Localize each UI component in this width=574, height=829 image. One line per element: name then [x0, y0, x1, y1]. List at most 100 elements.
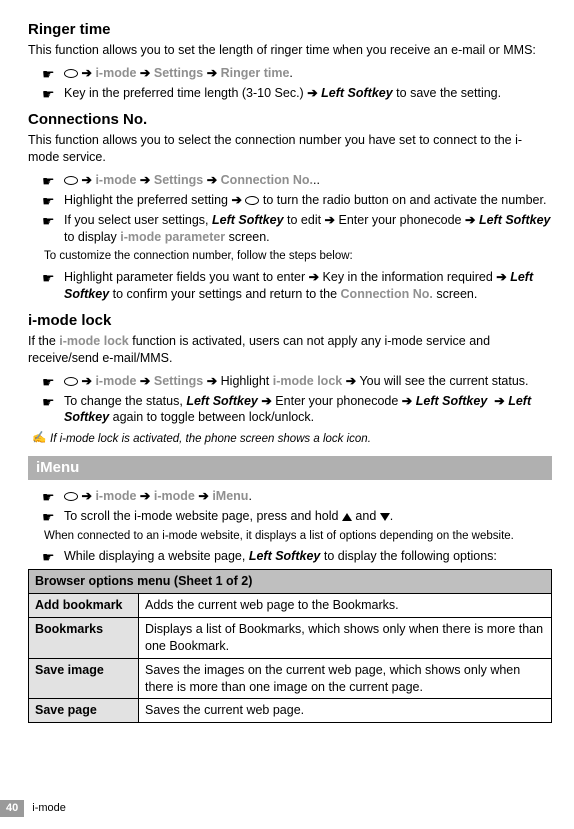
path-settings: Settings [154, 66, 203, 80]
left-softkey-label: Left Softkey [249, 549, 321, 563]
left-softkey-label: Left Softkey [321, 86, 393, 100]
left-softkey-label: Left Softkey [186, 394, 258, 408]
point-icon: ☛ [42, 85, 55, 104]
hand-write-icon: ✍ [32, 431, 46, 447]
path-imode: i-mode [95, 489, 136, 503]
point-icon: ☛ [42, 393, 55, 412]
connections-no-heading: Connections No. [28, 110, 552, 130]
oval-icon [64, 176, 78, 185]
imode-lock-intro: If the i-mode lock function is activated… [28, 333, 552, 367]
arrow-icon: ➔ [140, 173, 150, 187]
point-icon: ☛ [42, 269, 55, 288]
arrow-icon: ➔ [140, 66, 150, 80]
point-icon: ☛ [42, 548, 55, 567]
left-softkey-label: Left Softkey [416, 394, 488, 408]
point-icon: ☛ [42, 65, 55, 84]
footer-text: i-mode [32, 801, 66, 816]
imode-parameter-label: i-mode parameter [120, 230, 225, 244]
imenu-path-line: ☛ ➔ i-mode ➔ i-mode ➔ iMenu. [28, 488, 552, 505]
point-icon: ☛ [42, 373, 55, 392]
path-settings: Settings [154, 374, 203, 388]
arrow-icon: ➔ [346, 374, 356, 388]
table-row-desc: Saves the current web page. [139, 699, 552, 723]
table-row-heading: Save page [29, 699, 139, 723]
table-header: Browser options menu (Sheet 1 of 2) [29, 570, 552, 594]
table-row-desc: Saves the images on the current web page… [139, 658, 552, 699]
arrow-icon: ➔ [307, 86, 317, 100]
imenu-section-banner: iMenu [28, 456, 552, 480]
connections-no-intro: This function allows you to select the c… [28, 132, 552, 166]
conn-path-line: ☛ ➔ i-mode ➔ Settings ➔ Connection No... [28, 172, 552, 189]
table-row: Save page Saves the current web page. [29, 699, 552, 723]
table-row-heading: Bookmarks [29, 617, 139, 658]
arrow-icon: ➔ [496, 270, 506, 284]
point-icon: ☛ [42, 192, 55, 211]
conn-usersettings-line: ☛ If you select user settings, Left Soft… [28, 212, 552, 246]
arrow-icon: ➔ [402, 394, 412, 408]
arrow-icon: ➔ [207, 173, 217, 187]
oval-icon [64, 492, 78, 501]
oval-icon [64, 69, 78, 78]
arrow-icon: ➔ [81, 173, 91, 187]
path-imode: i-mode [95, 173, 136, 187]
path-imode: i-mode [95, 374, 136, 388]
table-row-heading: Add bookmark [29, 594, 139, 618]
up-triangle-icon [342, 513, 352, 521]
path-imode: i-mode [95, 66, 136, 80]
conn-customize-note: To customize the connection number, foll… [44, 249, 552, 265]
oval-icon [64, 377, 78, 386]
ringer-time-heading: Ringer time [28, 20, 552, 40]
table-row: Save image Saves the images on the curre… [29, 658, 552, 699]
conn-highlight-line: ☛ Highlight the preferred setting ➔ to t… [28, 192, 552, 209]
table-row-heading: Save image [29, 658, 139, 699]
oval-icon [245, 196, 259, 205]
point-icon: ☛ [42, 212, 55, 231]
arrow-icon: ➔ [494, 394, 504, 408]
arrow-icon: ➔ [325, 213, 335, 227]
path-ringer-time: Ringer time [221, 66, 290, 80]
lock-change-line: ☛ To change the status, Left Softkey ➔ E… [28, 393, 552, 427]
arrow-icon: ➔ [309, 270, 319, 284]
table-row-desc: Displays a list of Bookmarks, which show… [139, 617, 552, 658]
ringer-step-keyin: ☛ Key in the preferred time length (3-10… [28, 85, 552, 102]
imenu-options-line: ☛ While displaying a website page, Left … [28, 548, 552, 565]
browser-options-table: Browser options menu (Sheet 1 of 2) Add … [28, 569, 552, 723]
arrow-icon: ➔ [140, 374, 150, 388]
page-footer: 40 i-mode [0, 800, 66, 817]
imode-lock-label: i-mode lock [273, 374, 342, 388]
arrow-icon: ➔ [465, 213, 475, 227]
imode-lock-label: i-mode lock [59, 334, 128, 348]
arrow-icon: ➔ [140, 489, 150, 503]
arrow-icon: ➔ [261, 394, 271, 408]
table-row: Add bookmark Adds the current web page t… [29, 594, 552, 618]
arrow-icon: ➔ [81, 489, 91, 503]
imenu-scroll-line: ☛ To scroll the i-mode website page, pre… [28, 508, 552, 525]
down-triangle-icon [380, 513, 390, 521]
left-softkey-label: Left Softkey [212, 213, 284, 227]
point-icon: ☛ [42, 508, 55, 527]
arrow-icon: ➔ [207, 374, 217, 388]
page-number: 40 [0, 800, 24, 817]
arrow-icon: ➔ [198, 489, 208, 503]
arrow-icon: ➔ [81, 66, 91, 80]
left-softkey-label: Left Softkey [479, 213, 551, 227]
ringer-path-line: ☛ ➔ i-mode ➔ Settings ➔ Ringer time. [28, 65, 552, 82]
path-imode: i-mode [154, 489, 195, 503]
conn-paramfields-line: ☛ Highlight parameter fields you want to… [28, 269, 552, 303]
imenu-note: When connected to an i-mode website, it … [44, 529, 552, 545]
point-icon: ☛ [42, 488, 55, 507]
table-row: Bookmarks Displays a list of Bookmarks, … [29, 617, 552, 658]
path-imenu: iMenu [212, 489, 248, 503]
path-settings: Settings [154, 173, 203, 187]
table-row-desc: Adds the current web page to the Bookmar… [139, 594, 552, 618]
lock-hint-note: ✍ If i-mode lock is activated, the phone… [28, 432, 552, 448]
arrow-icon: ➔ [207, 66, 217, 80]
arrow-icon: ➔ [231, 193, 241, 207]
ringer-time-intro: This function allows you to set the leng… [28, 42, 552, 59]
lock-path-line: ☛ ➔ i-mode ➔ Settings ➔ Highlight i-mode… [28, 373, 552, 390]
arrow-icon: ➔ [81, 374, 91, 388]
connection-no-label: Connection No. [341, 287, 433, 301]
path-connection-no: Connection No. [221, 173, 313, 187]
imode-lock-heading: i-mode lock [28, 311, 552, 331]
point-icon: ☛ [42, 172, 55, 191]
